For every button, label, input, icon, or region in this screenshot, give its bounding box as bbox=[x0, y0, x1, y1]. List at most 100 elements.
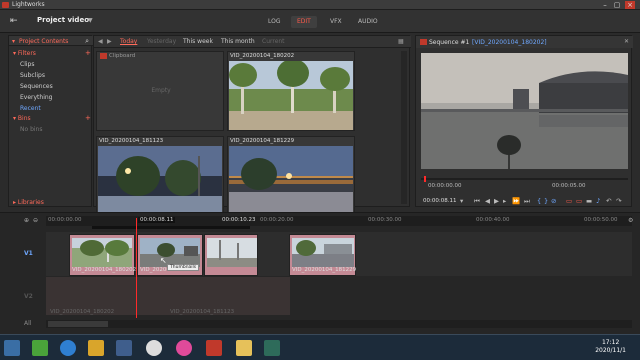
timeline-clip-thumbnail bbox=[207, 238, 257, 267]
all-tracks-label[interactable]: All bbox=[24, 320, 31, 327]
taskbar-app-icon[interactable] bbox=[236, 340, 252, 356]
tab-audio[interactable]: AUDIO bbox=[352, 16, 384, 28]
back-arrow-icon[interactable]: ◀ bbox=[98, 38, 103, 45]
taskbar-app-icon[interactable] bbox=[88, 340, 104, 356]
clip-tile[interactable]: VID_20200104_180202 bbox=[227, 51, 355, 131]
project-dropdown-chevron-icon[interactable]: ▼ bbox=[88, 17, 93, 24]
redo-icon[interactable]: ↷ bbox=[616, 197, 621, 205]
exit-project-icon[interactable]: ⇤ bbox=[10, 16, 18, 26]
replace-icon[interactable]: ▭ bbox=[576, 197, 582, 205]
clear-marks-icon[interactable]: ⊘ bbox=[551, 197, 556, 205]
go-to-start-icon[interactable]: ⏮ bbox=[474, 197, 480, 206]
timecode-dropdown-icon[interactable]: ▾ bbox=[460, 197, 463, 205]
step-forward-icon[interactable]: ▸ bbox=[503, 197, 506, 205]
minimize-button[interactable]: – bbox=[600, 1, 610, 9]
filter-subclips[interactable]: Subclips bbox=[20, 72, 45, 79]
libraries-section[interactable]: ▸ Libraries bbox=[13, 199, 44, 206]
viewer-close-icon[interactable]: ✕ bbox=[624, 38, 629, 45]
timeline-scrollbar[interactable] bbox=[46, 320, 632, 328]
search-icon[interactable]: ⌕ bbox=[85, 37, 89, 46]
tab-this-month[interactable]: This month bbox=[221, 38, 255, 45]
clip-tile[interactable]: VID_20200104_181123 bbox=[96, 136, 224, 216]
taskbar-app-icon[interactable] bbox=[116, 340, 132, 356]
maximize-button[interactable]: ▢ bbox=[612, 1, 622, 9]
filter-sequences[interactable]: Sequences bbox=[20, 83, 53, 90]
ruler-end-time: 00:00:10.23 bbox=[222, 217, 256, 223]
timeline-clip-name: VID_20200104_181229 bbox=[292, 267, 357, 273]
taskbar-app-icon[interactable] bbox=[176, 340, 192, 356]
filter-recent[interactable]: Recent bbox=[20, 105, 41, 112]
clip-tile[interactable]: VID_20200104_181229 bbox=[227, 136, 355, 216]
window-title: Lightworks bbox=[12, 1, 45, 8]
ruler-tick: 00:00:30.00 bbox=[368, 217, 402, 223]
timeline-clip-thumbnail bbox=[140, 238, 200, 267]
mark-in-icon[interactable]: { bbox=[537, 197, 541, 205]
system-clock[interactable]: 17:12 2020/11/1 bbox=[595, 339, 626, 355]
clipboard-icon bbox=[100, 53, 107, 59]
taskbar-app-icon[interactable] bbox=[32, 340, 48, 356]
no-bins-text: No bins bbox=[20, 126, 43, 133]
timeline-settings-icon[interactable]: ⚙ bbox=[628, 217, 633, 224]
v2-ghost-clip-name: VID_20200104_180202 bbox=[50, 309, 115, 315]
clipboard-tile[interactable]: Clipboard Empty bbox=[96, 51, 224, 131]
viewer-scrub-bar[interactable] bbox=[421, 178, 628, 180]
v1-track-label[interactable]: V1 bbox=[24, 250, 33, 257]
viewer-current-timecode[interactable]: 00:00:08.11 bbox=[423, 198, 456, 204]
filter-clips[interactable]: Clips bbox=[20, 61, 34, 68]
add-bin-icon[interactable]: + bbox=[85, 114, 91, 122]
ruler-tick: 00:00:40.00 bbox=[476, 217, 510, 223]
viewer-scrub-marker[interactable] bbox=[424, 176, 426, 182]
timeline-clip[interactable] bbox=[204, 234, 258, 276]
filter-everything[interactable]: Everything bbox=[20, 94, 52, 101]
taskbar-app-icon[interactable] bbox=[146, 340, 162, 356]
viewer-clip-label: [VID_20200104_180202] bbox=[472, 39, 547, 46]
tab-log[interactable]: LOG bbox=[262, 16, 287, 28]
mark-out-icon[interactable]: } bbox=[544, 197, 548, 205]
timeline-ruler[interactable]: 00:00:00.00 00:00:08.11 00:00:10.23 00:0… bbox=[46, 216, 632, 226]
tab-yesterday[interactable]: Yesterday bbox=[147, 38, 176, 45]
tab-current[interactable]: Current bbox=[262, 38, 285, 45]
app-logo-icon bbox=[2, 2, 9, 8]
timeline-range-bar bbox=[92, 226, 250, 229]
collapse-arrow-icon[interactable]: ▾ bbox=[12, 38, 15, 45]
timeline-scroll-thumb[interactable] bbox=[48, 321, 108, 327]
clip-thumbnail bbox=[98, 146, 222, 215]
tab-this-week[interactable]: This week bbox=[183, 38, 213, 45]
tab-today[interactable]: Today bbox=[120, 38, 137, 45]
clip-thumbnail bbox=[229, 146, 353, 215]
mouse-cursor-icon: ↖ bbox=[160, 256, 167, 265]
forward-arrow-icon[interactable]: ▶ bbox=[107, 38, 112, 45]
play-icon[interactable]: ▶ bbox=[494, 197, 499, 205]
undo-icon[interactable]: ↶ bbox=[606, 197, 611, 205]
taskbar-app-icon[interactable] bbox=[60, 340, 76, 356]
playhead[interactable] bbox=[136, 218, 137, 318]
tab-vfx[interactable]: VFX bbox=[324, 16, 348, 28]
start-button-icon[interactable] bbox=[4, 340, 20, 356]
browser-scrollbar[interactable] bbox=[401, 51, 407, 204]
fast-forward-icon[interactable]: ⏩ bbox=[512, 197, 520, 205]
filters-section[interactable]: ▾ Filters + bbox=[13, 49, 91, 57]
add-filter-icon[interactable]: + bbox=[85, 49, 91, 57]
go-to-end-icon[interactable]: ⏭ bbox=[524, 197, 530, 206]
zoom-out-icon[interactable]: ⊖ bbox=[33, 217, 38, 224]
top-bar: ⇤ Project video ▼ LOG EDIT VFX AUDIO bbox=[0, 10, 640, 33]
tab-edit[interactable]: EDIT bbox=[291, 16, 317, 28]
timeline-clip[interactable]: VID_20200104_180202 bbox=[69, 234, 136, 276]
v2-track-label[interactable]: V2 bbox=[24, 293, 33, 300]
taskbar-app-icon[interactable] bbox=[264, 340, 280, 356]
close-button[interactable]: × bbox=[625, 1, 635, 9]
bins-label: Bins bbox=[17, 115, 31, 122]
ruler-tick: 00:00:00.00 bbox=[48, 217, 82, 223]
timeline-clip[interactable]: VID_20200104_181229 bbox=[289, 234, 356, 276]
step-back-icon[interactable]: ◀ bbox=[485, 197, 490, 205]
zoom-in-icon[interactable]: ⊕ bbox=[24, 217, 29, 224]
remove-icon[interactable]: ▬ bbox=[586, 197, 592, 205]
viewer-tc-end: 00:00:05.00 bbox=[552, 183, 586, 189]
audio-icon[interactable]: ♪ bbox=[596, 197, 600, 205]
timeline-clip-thumbnail bbox=[292, 238, 354, 267]
bins-section[interactable]: ▾ Bins + bbox=[13, 114, 91, 122]
lightworks-taskbar-icon[interactable] bbox=[206, 340, 222, 356]
video-preview bbox=[421, 53, 628, 169]
insert-icon[interactable]: ▭ bbox=[566, 197, 572, 205]
grid-view-icon[interactable]: ▦ bbox=[398, 38, 404, 45]
